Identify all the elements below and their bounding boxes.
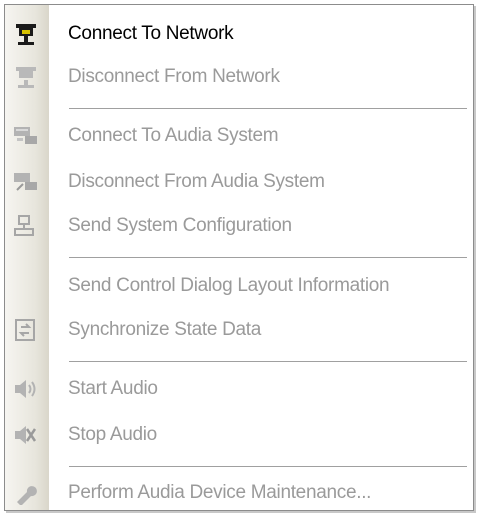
menu-item-label: Connect To Audia System — [68, 125, 279, 146]
stop-audio-icon — [13, 423, 39, 447]
audia-disconnect-icon — [13, 170, 39, 194]
network-plug-icon — [13, 22, 39, 46]
menu-item-stop-audio[interactable]: Stop Audio — [5, 416, 473, 454]
menu-item-label: Start Audio — [68, 378, 158, 399]
menu-item-label: Perform Audia Device Maintenance... — [68, 482, 372, 503]
speaker-icon — [13, 377, 39, 401]
wrench-icon — [13, 481, 39, 506]
menu-item-connect-to-audia-system[interactable]: Connect To Audia System — [5, 117, 473, 155]
menu-item-send-control-dialog-layout-information[interactable]: Send Control Dialog Layout Information — [5, 267, 473, 305]
menu-item-label: Disconnect From Network — [68, 66, 280, 87]
menu-separator — [69, 108, 467, 110]
send-config-icon — [13, 214, 39, 238]
menu-item-label: Send System Configuration — [68, 215, 292, 236]
menu-separator — [69, 257, 467, 259]
menu-separator — [69, 361, 467, 363]
audia-connect-icon — [13, 124, 39, 148]
network-unplug-icon — [13, 65, 39, 89]
menu-separator — [69, 466, 467, 468]
menu-item-perform-audia-device-maintenance[interactable]: Perform Audia Device Maintenance... — [5, 474, 473, 512]
context-menu: Connect To Network Disconnect From Netwo… — [4, 4, 474, 511]
menu-item-connect-to-network[interactable]: Connect To Network — [5, 15, 473, 53]
sync-icon — [13, 318, 39, 342]
menu-item-label: Send Control Dialog Layout Information — [68, 275, 390, 296]
menu-item-start-audio[interactable]: Start Audio — [5, 370, 473, 408]
menu-item-label: Synchronize State Data — [68, 319, 262, 340]
menu-item-disconnect-from-network[interactable]: Disconnect From Network — [5, 58, 473, 96]
menu-item-label: Connect To Network — [68, 23, 234, 44]
menu-item-label: Disconnect From Audia System — [68, 171, 325, 192]
menu-item-disconnect-from-audia-system[interactable]: Disconnect From Audia System — [5, 163, 473, 201]
menu-item-send-system-configuration[interactable]: Send System Configuration — [5, 207, 473, 245]
menu-item-synchronize-state-data[interactable]: Synchronize State Data — [5, 311, 473, 349]
menu-item-label: Stop Audio — [68, 424, 157, 445]
